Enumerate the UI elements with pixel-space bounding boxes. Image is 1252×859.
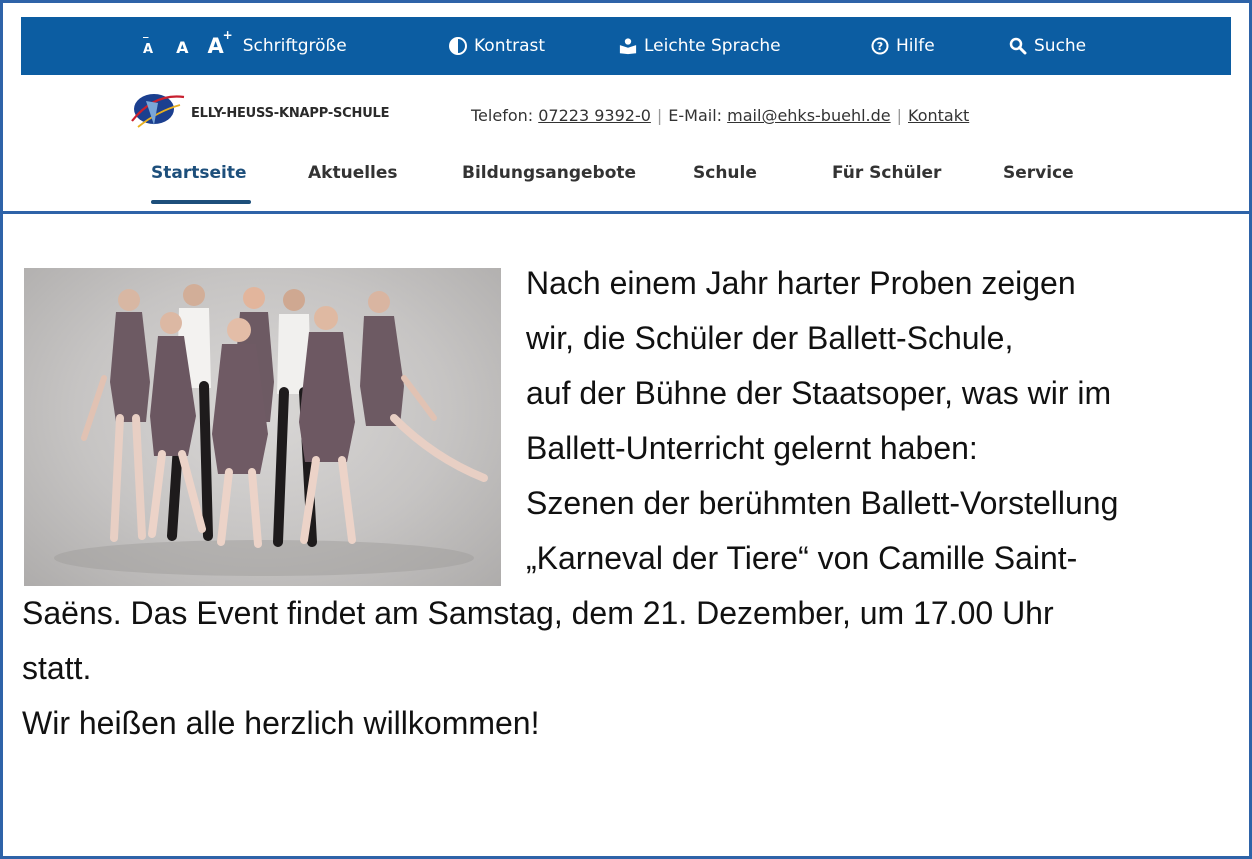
article-line: Nach einem Jahr harter Proben zeigen bbox=[526, 265, 1076, 301]
article-line: Ballett-Unterricht gelernt haben: bbox=[526, 430, 978, 466]
article-line: Wir heißen alle herzlich willkommen! bbox=[22, 705, 540, 741]
ballet-group-photo bbox=[24, 268, 501, 586]
phone-label: Telefon: bbox=[471, 106, 534, 125]
search-icon bbox=[1009, 37, 1027, 55]
article-line: statt. bbox=[22, 650, 92, 686]
contact-line: Telefon: 07223 9392-0 | E-Mail: mail@ehks-… bbox=[471, 106, 969, 125]
help-button[interactable]: ? Hilfe bbox=[871, 17, 935, 75]
logo-emblem-icon bbox=[128, 91, 186, 136]
nav-item-fuer-schueler[interactable]: Für Schüler bbox=[832, 163, 941, 183]
nav-item-aktuelles[interactable]: Aktuelles bbox=[308, 163, 398, 183]
phone-link[interactable]: 07223 9392-0 bbox=[538, 106, 651, 125]
font-size-controls: ‾ A A A + Schriftgröße bbox=[143, 17, 347, 75]
easy-language-button[interactable]: Leichte Sprache bbox=[619, 17, 781, 75]
font-size-decrease-button[interactable]: ‾ A bbox=[143, 35, 153, 57]
school-logo[interactable]: ELLY-HEUSS-KNAPP-SCHULE bbox=[128, 91, 390, 136]
help-icon: ? bbox=[871, 37, 889, 55]
font-size-reset-button[interactable]: A bbox=[176, 38, 188, 57]
contrast-icon bbox=[449, 37, 467, 55]
font-size-increase-button[interactable]: A + bbox=[207, 28, 232, 58]
book-reader-icon bbox=[619, 37, 637, 55]
contrast-button[interactable]: Kontrast bbox=[449, 17, 545, 75]
nav-item-bildungsangebote[interactable]: Bildungsangebote bbox=[462, 163, 636, 183]
article-line: auf der Bühne der Staatsoper, was wir im bbox=[526, 375, 1112, 411]
separator: | bbox=[896, 106, 902, 125]
site-header: ‾ A A A + Schriftgröße Kontrast Leichte Sp… bbox=[3, 3, 1249, 214]
svg-text:?: ? bbox=[877, 40, 883, 53]
search-label: Suche bbox=[1034, 36, 1087, 56]
font-size-label: Schriftgröße bbox=[242, 36, 347, 56]
easy-language-label: Leichte Sprache bbox=[644, 36, 781, 56]
help-label: Hilfe bbox=[896, 36, 935, 56]
article-line: Saëns. Das Event findet am Samstag, dem … bbox=[22, 595, 1054, 631]
article-line: „Karneval der Tiere“ von Camille Saint- bbox=[526, 540, 1078, 576]
search-button[interactable]: Suche bbox=[1009, 17, 1086, 75]
contrast-label: Kontrast bbox=[474, 36, 546, 56]
article-line: wir, die Schüler der Ballett-Schule, bbox=[526, 320, 1014, 356]
nav-item-startseite[interactable]: Startseite bbox=[151, 163, 246, 183]
logo-text: ELLY-HEUSS-KNAPP-SCHULE bbox=[191, 106, 390, 121]
active-tab-indicator bbox=[151, 200, 251, 204]
separator: | bbox=[656, 106, 663, 125]
nav-item-schule[interactable]: Schule bbox=[693, 163, 757, 183]
accessibility-toolbar: ‾ A A A + Schriftgröße Kontrast Leichte Sp… bbox=[21, 17, 1231, 75]
main-navigation: Startseite Aktuelles Bildungsangebote Sc… bbox=[3, 163, 1249, 204]
contact-link[interactable]: Kontakt bbox=[908, 106, 969, 125]
email-link[interactable]: mail@ehks-buehl.de bbox=[727, 106, 890, 125]
nav-item-service[interactable]: Service bbox=[1003, 163, 1074, 183]
article-line: Szenen der berühmten Ballett-Vorstellung bbox=[526, 485, 1119, 521]
email-label: E-Mail: bbox=[668, 106, 723, 125]
